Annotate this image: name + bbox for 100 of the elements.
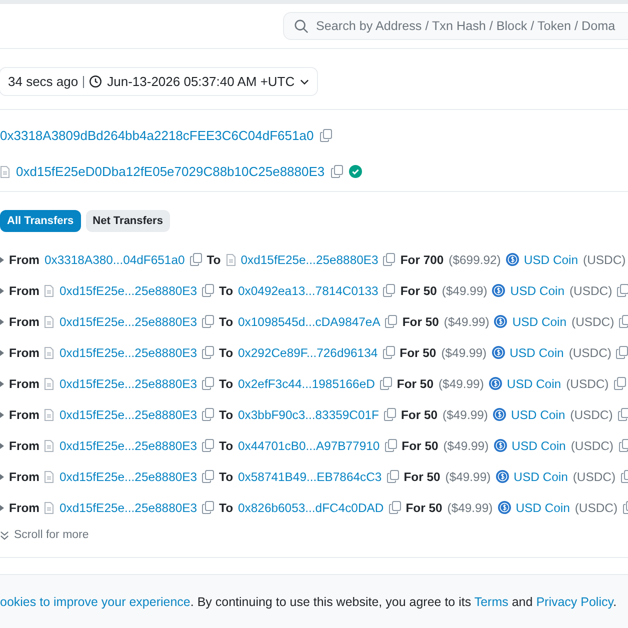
usd-value: ($49.99) <box>438 376 484 390</box>
copy-icon[interactable] <box>190 253 202 266</box>
address-link[interactable]: 0xd15fE25e...25e8880E3 <box>59 346 198 360</box>
token-link[interactable]: USD Coin <box>506 376 562 390</box>
amount-text: For 50 <box>406 500 442 514</box>
copy-icon[interactable] <box>619 315 628 328</box>
address-link[interactable]: 0xd15fE25e...25e8880E3 <box>59 284 198 298</box>
from-label: From <box>9 438 40 452</box>
address-link[interactable]: 0xd15fE25e...25e8880E3 <box>59 500 198 514</box>
search-field[interactable]: Search by Address / Txn Hash / Block / Token / Doma <box>283 12 628 40</box>
amount-text: For 50 <box>402 438 438 452</box>
copy-icon[interactable] <box>330 165 343 178</box>
copy-icon[interactable] <box>618 408 628 421</box>
coin-icon <box>496 470 509 483</box>
caret-icon[interactable] <box>0 504 4 510</box>
token-symbol: (USDC) <box>568 346 612 360</box>
filter-tab[interactable]: All Transfers <box>0 210 81 232</box>
caret-icon[interactable] <box>0 350 4 356</box>
address-link[interactable]: 0x3318A3809dBd264bb4a2218cFEE3C6C04dF651a0 <box>0 128 314 143</box>
token-symbol: (USDC) <box>574 500 618 514</box>
address-link[interactable]: 0x3bbF90c3...83359C01F <box>238 408 379 422</box>
copy-icon[interactable] <box>202 470 214 483</box>
address-link[interactable]: 0xd15fE25e...25e8880E3 <box>240 252 378 266</box>
copy-icon[interactable] <box>386 470 399 483</box>
copy-icon[interactable] <box>202 315 214 328</box>
caret-icon[interactable] <box>0 412 4 418</box>
usd-value: ($49.99) <box>443 438 489 452</box>
terms-link[interactable]: Terms <box>474 594 508 608</box>
to-label: To <box>219 438 234 452</box>
token-symbol: (USDC) <box>572 314 614 328</box>
coin-icon <box>506 253 519 266</box>
chevron-down-icon <box>300 78 309 84</box>
amount-text: For 50 <box>402 314 439 328</box>
address-link[interactable]: 0x826b6053...dFC4c0DAD <box>238 500 384 514</box>
timestamp-dropdown[interactable]: 34 secs ago Jun-13-2026 05:37:40 AM +UTC <box>0 67 318 96</box>
copy-icon[interactable] <box>320 129 332 142</box>
token-link[interactable]: USD Coin <box>512 314 567 328</box>
address-link[interactable]: 0xd15fE25e...25e8880E3 <box>59 470 198 484</box>
amount-text: For 50 <box>404 470 440 484</box>
cookie-policy-link[interactable]: ookies to improve your experience <box>0 594 190 608</box>
copy-icon[interactable] <box>202 408 214 421</box>
token-symbol: (USDC) <box>583 252 626 266</box>
privacy-policy-link[interactable]: Privacy Policy <box>536 594 614 608</box>
caret-icon[interactable] <box>0 288 4 294</box>
copy-icon[interactable] <box>617 284 628 297</box>
caret-icon[interactable] <box>0 318 4 324</box>
from-label: From <box>9 500 40 514</box>
address-link[interactable]: 0x1098545d...cDA9847eA <box>238 314 380 328</box>
caret-icon[interactable] <box>0 256 4 262</box>
copy-icon[interactable] <box>388 501 401 514</box>
address-link[interactable]: 0x0492ea13...7814C0133 <box>238 284 378 298</box>
copy-icon[interactable] <box>383 253 396 266</box>
to-label: To <box>219 346 234 360</box>
address-link[interactable]: 0x58741B49...EB7864cC3 <box>238 470 382 484</box>
copy-icon[interactable] <box>384 408 396 421</box>
token-link[interactable]: USD Coin <box>510 346 564 360</box>
token-symbol: (USDC) <box>572 470 616 484</box>
usd-value: ($49.99) <box>441 346 487 360</box>
from-label: From <box>9 470 40 484</box>
copy-icon[interactable] <box>202 346 214 359</box>
copy-icon[interactable] <box>202 439 214 452</box>
address-link[interactable]: 0xd15fE25e...25e8880E3 <box>59 314 198 328</box>
copy-icon[interactable] <box>616 346 628 359</box>
copy-icon[interactable] <box>382 346 395 359</box>
copy-icon[interactable] <box>383 284 396 297</box>
amount-text: For 50 <box>396 376 434 390</box>
copy-icon[interactable] <box>202 377 214 390</box>
amount-text: For 50 <box>400 346 436 360</box>
token-link[interactable]: USD Coin <box>514 470 568 484</box>
usd-value: ($49.99) <box>442 408 488 422</box>
address-link[interactable]: 0x292Ce89F...726d96134 <box>238 346 378 360</box>
token-link[interactable]: USD Coin <box>516 500 570 514</box>
address-link[interactable]: 0x2efF3c44...1985166eD <box>238 376 375 390</box>
address-link[interactable]: 0x3318A380...04dF651a0 <box>44 252 185 266</box>
copy-icon[interactable] <box>202 501 214 514</box>
token-link[interactable]: USD Coin <box>510 408 566 422</box>
address-link[interactable]: 0xd15fE25eD0Dba12fE05e7029C88b10C25e8880E3 <box>16 164 325 179</box>
token-link[interactable]: USD Coin <box>524 252 578 266</box>
address-link[interactable]: 0xd15fE25e...25e8880E3 <box>59 376 198 390</box>
address-link[interactable]: 0xd15fE25e...25e8880E3 <box>59 438 198 452</box>
amount-text: For 50 <box>400 284 437 298</box>
copy-icon[interactable] <box>614 377 626 390</box>
copy-icon[interactable] <box>384 439 397 452</box>
to-label: To <box>219 314 234 328</box>
usd-value: ($49.99) <box>442 284 488 298</box>
caret-icon[interactable] <box>0 380 4 386</box>
token-link[interactable]: USD Coin <box>510 284 564 298</box>
address-link[interactable]: 0x44701cB0...A97B77910 <box>238 438 380 452</box>
caret-icon[interactable] <box>0 474 4 480</box>
to-label: To <box>206 252 221 266</box>
filter-tab[interactable]: Net Transfers <box>86 210 170 232</box>
address-link[interactable]: 0xd15fE25e...25e8880E3 <box>59 408 198 422</box>
copy-icon[interactable] <box>618 439 628 452</box>
copy-icon[interactable] <box>202 284 214 297</box>
copy-icon[interactable] <box>385 315 398 328</box>
usd-value: ($49.99) <box>447 500 493 514</box>
token-link[interactable]: USD Coin <box>512 438 566 452</box>
copy-icon[interactable] <box>380 377 392 390</box>
usd-value: ($699.92) <box>448 252 501 266</box>
caret-icon[interactable] <box>0 442 4 448</box>
